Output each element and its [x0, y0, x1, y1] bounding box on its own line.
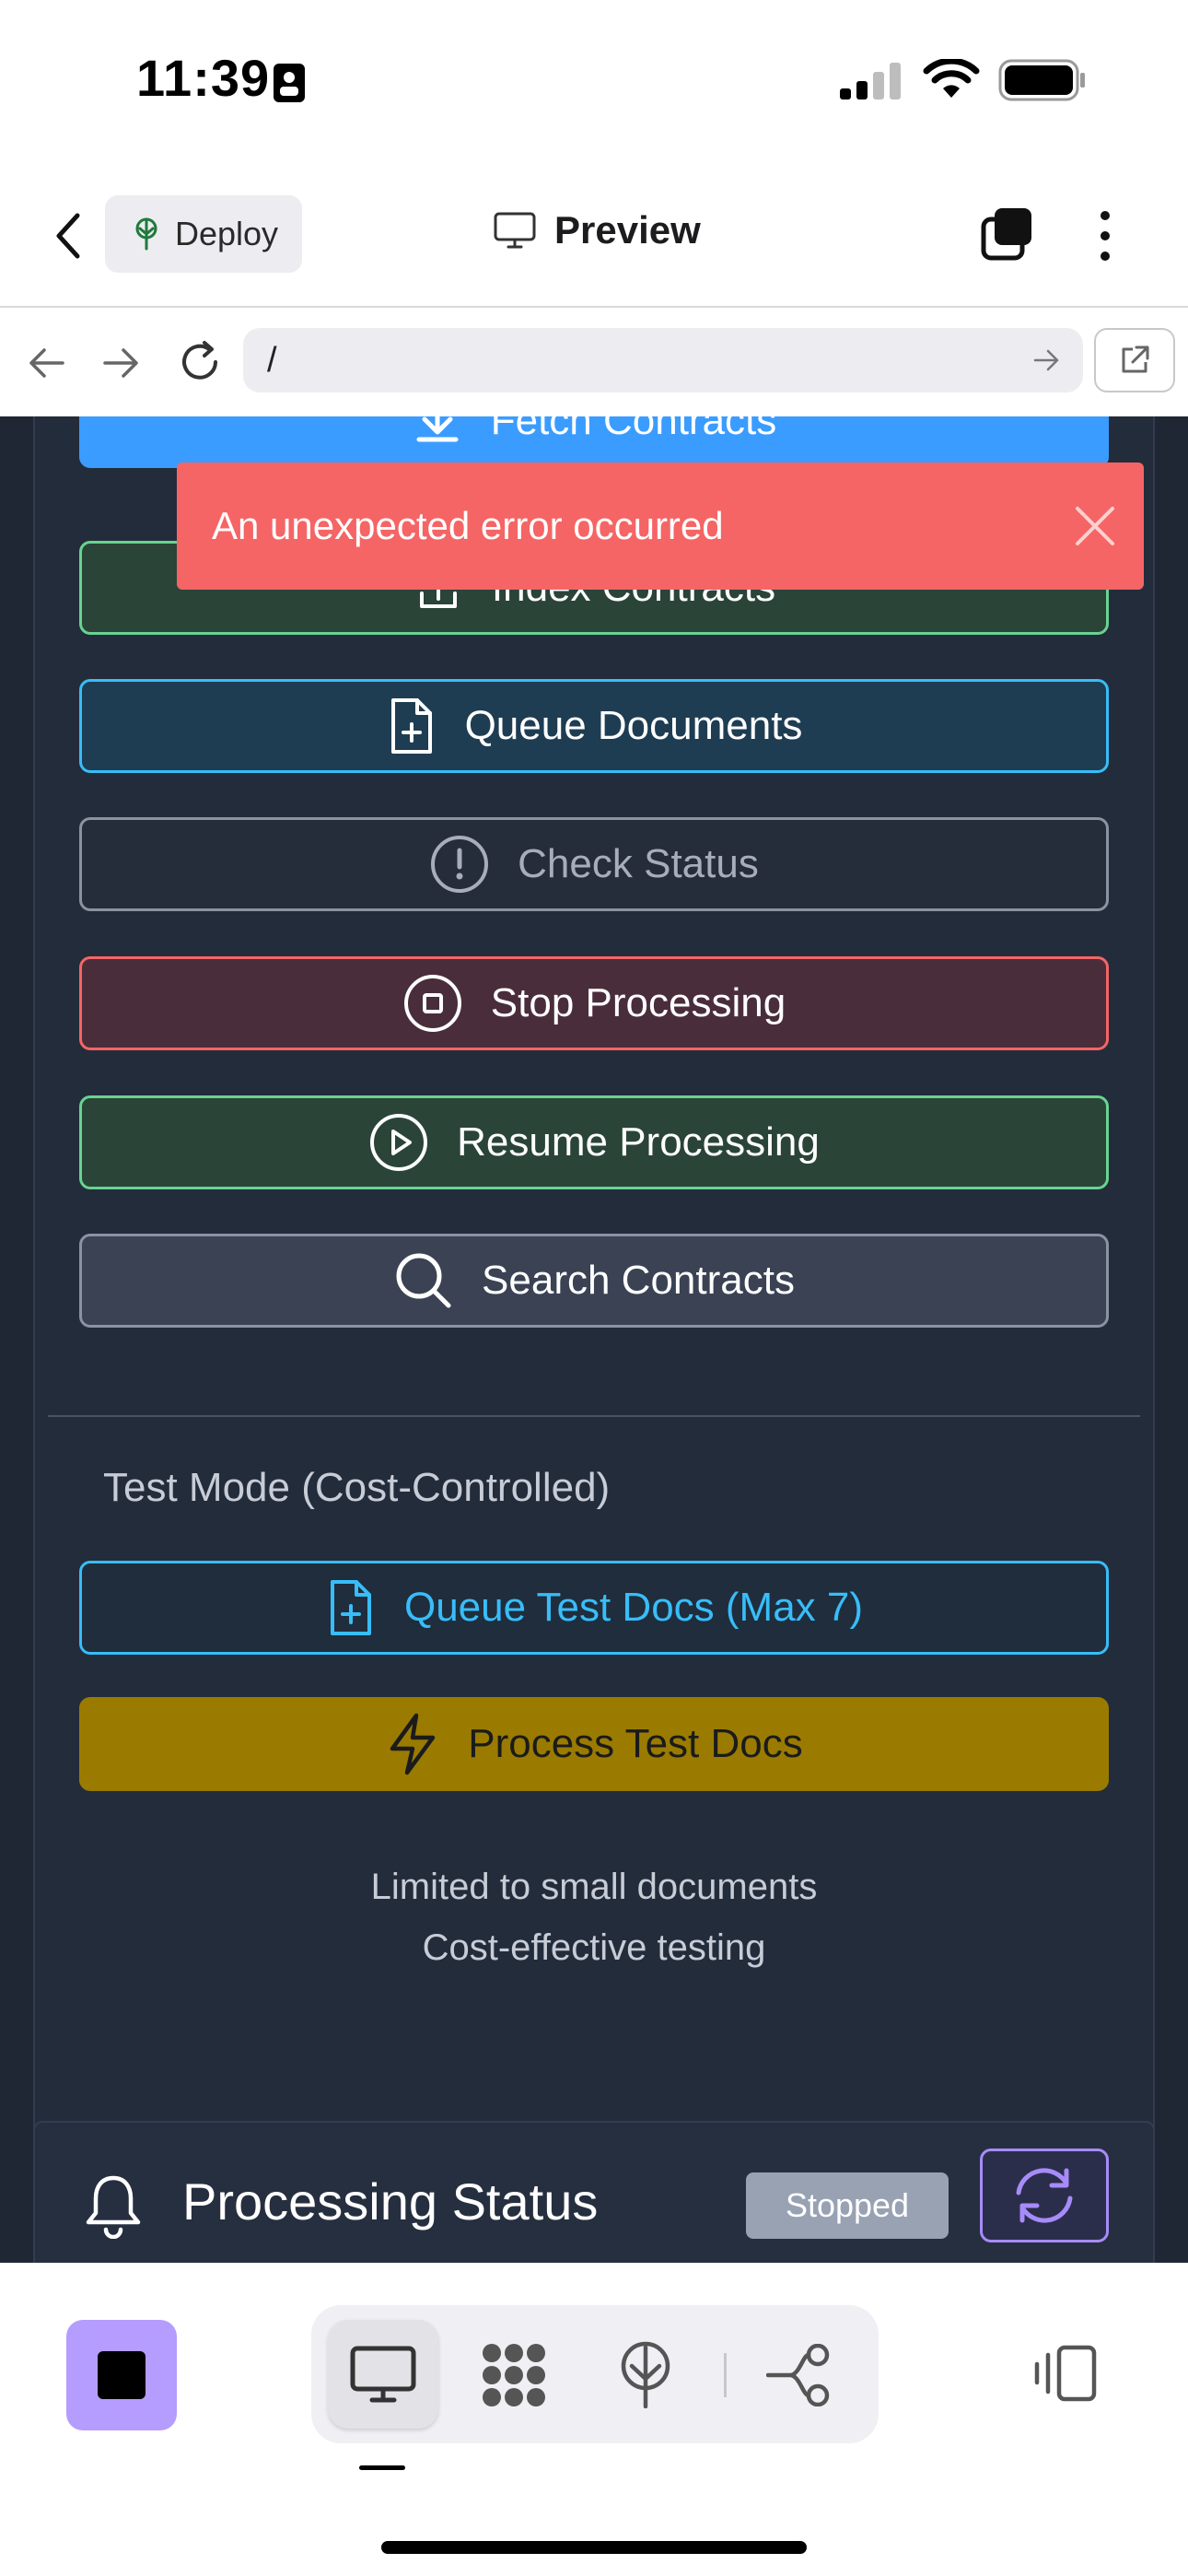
deploy-label: Deploy	[175, 215, 279, 252]
open-external-button[interactable]	[1094, 328, 1175, 392]
deploy-button[interactable]: Deploy	[105, 195, 302, 273]
reload-icon[interactable]	[177, 339, 223, 385]
monitor-icon[interactable]	[350, 2346, 416, 2403]
cellular-signal-icon	[840, 63, 901, 100]
lightning-icon	[390, 1713, 436, 1775]
url-text: /	[267, 340, 277, 380]
app-header: Deploy Preview	[0, 175, 1188, 308]
test-note-line-2: Cost-effective testing	[422, 1927, 766, 1968]
panel-layout-icon[interactable]	[1031, 2344, 1098, 2403]
deploy-tree-icon[interactable]	[617, 2340, 674, 2408]
view-switcher	[311, 2305, 879, 2443]
wifi-icon	[923, 59, 980, 98]
browser-forward-icon[interactable]	[101, 345, 142, 381]
git-branch-icon[interactable]	[766, 2344, 836, 2406]
section-divider	[48, 1415, 1140, 1417]
resume-processing-label: Resume Processing	[457, 1119, 820, 1165]
file-plus-icon	[330, 1580, 371, 1635]
switcher-separator	[724, 2353, 727, 2397]
page-title: Preview	[554, 208, 701, 252]
url-input[interactable]: /	[243, 328, 1083, 392]
fetch-contracts-button[interactable]: Fetch Contracts	[79, 416, 1109, 468]
search-contracts-button[interactable]: Search Contracts	[79, 1234, 1109, 1328]
more-vertical-icon[interactable]	[1092, 208, 1118, 263]
search-contracts-label: Search Contracts	[482, 1258, 795, 1303]
back-chevron-icon[interactable]	[52, 210, 85, 262]
refresh-icon	[1016, 2168, 1073, 2223]
stop-app-button[interactable]	[66, 2320, 177, 2430]
download-icon	[416, 416, 459, 442]
browser-nav-bar: /	[0, 308, 1188, 418]
tabs-icon[interactable]	[980, 206, 1035, 262]
error-toast: An unexpected error occurred	[177, 463, 1144, 590]
queue-test-docs-label: Queue Test Docs (Max 7)	[403, 1585, 864, 1630]
stop-processing-label: Stop Processing	[490, 980, 786, 1025]
resume-processing-button[interactable]: Resume Processing	[79, 1095, 1109, 1189]
deploy-tree-icon	[135, 217, 157, 251]
process-test-docs-label: Process Test Docs	[468, 1721, 803, 1766]
check-status-label: Check Status	[518, 841, 759, 886]
close-icon[interactable]	[1072, 503, 1118, 549]
process-test-docs-button[interactable]: Process Test Docs	[79, 1697, 1109, 1791]
workspace-grid-icon[interactable]	[479, 2342, 549, 2408]
active-tab-indicator	[359, 2465, 405, 2470]
status-time: 11:39	[136, 49, 271, 107]
queue-documents-label: Queue Documents	[464, 703, 803, 748]
processing-status-title: Processing Status	[182, 2172, 599, 2231]
bottom-toolbar	[0, 2263, 1188, 2576]
refresh-status-button[interactable]	[980, 2149, 1109, 2242]
monitor-icon	[494, 212, 536, 249]
queue-documents-button[interactable]: Queue Documents	[79, 679, 1109, 773]
test-note-line-1: Limited to small documents	[370, 1867, 818, 1907]
queue-test-docs-button[interactable]: Queue Test Docs (Max 7)	[79, 1561, 1109, 1655]
file-plus-icon	[390, 698, 432, 754]
preview-content: Fetch Contracts Index Contracts Queue Do…	[0, 416, 1188, 2263]
id-card-icon	[274, 64, 305, 102]
stop-square-icon	[98, 2351, 146, 2399]
play-circle-icon	[370, 1114, 428, 1171]
battery-icon	[998, 59, 1085, 101]
status-badge: Stopped	[746, 2172, 949, 2239]
error-toast-message: An unexpected error occurred	[212, 504, 724, 547]
test-mode-label: Test Mode (Cost-Controlled)	[103, 1465, 611, 1510]
search-icon	[396, 1253, 451, 1308]
fetch-contracts-label: Fetch Contracts	[490, 416, 777, 443]
home-indicator	[381, 2541, 807, 2554]
stop-circle-icon	[403, 975, 461, 1032]
stop-processing-button[interactable]: Stop Processing	[79, 956, 1109, 1050]
go-arrow-icon[interactable]	[1033, 348, 1061, 372]
bell-icon	[86, 2175, 141, 2239]
external-link-icon	[1122, 345, 1149, 373]
ios-status-bar: 11:39	[0, 0, 1188, 175]
check-status-button[interactable]: Check Status	[79, 817, 1109, 911]
alert-circle-icon	[431, 836, 489, 893]
preview-title: Preview	[494, 208, 701, 252]
browser-back-icon[interactable]	[26, 345, 66, 381]
